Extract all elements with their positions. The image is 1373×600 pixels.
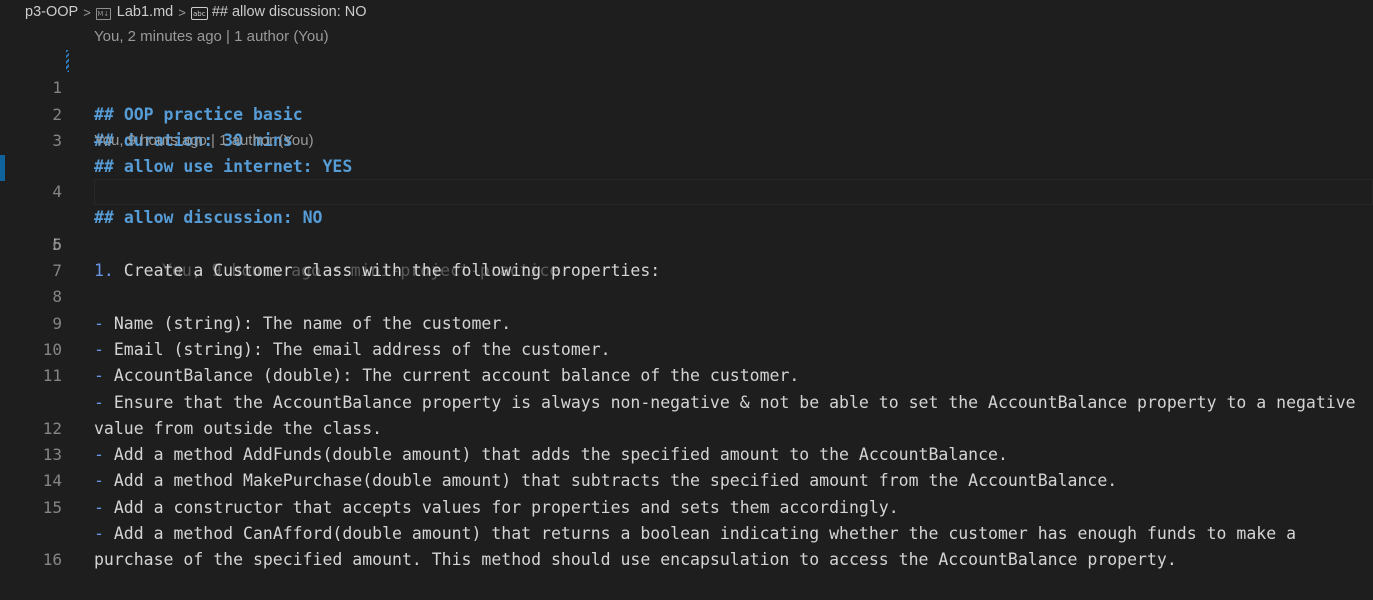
string-symbol-icon: abc	[190, 7, 208, 21]
editor-line[interactable]: 12 - Add a method AddFunds(double amount…	[0, 390, 1373, 464]
breadcrumb: p3-OOP > M↓ Lab1.md > abc ## allow discuss…	[0, 0, 1373, 24]
editor-line[interactable]: 11 - Ensure that the AccountBalance prop…	[0, 337, 1373, 438]
chevron-right-icon: >	[178, 4, 186, 20]
editor-line[interactable]: 2 ## duration: 30 mins	[0, 75, 1373, 150]
line-number: 16	[42, 550, 62, 570]
breadcrumb-file-label: Lab1.md	[116, 4, 174, 20]
breadcrumb-symbol-label: ## allow discussion: NO	[211, 3, 367, 20]
editor-line[interactable]: 14 - Add a constructor that accepts valu…	[0, 442, 1373, 516]
breadcrumb-symbol[interactable]: abc ## allow discussion: NO	[190, 3, 367, 21]
editor-line-current[interactable]: 5 You, 9 hours ago • mini-project-practi…	[0, 179, 1373, 280]
current-line-highlight	[94, 179, 1373, 206]
editor-line[interactable]: 8 - Name (string): The name of the custo…	[0, 258, 1373, 332]
editor-line[interactable]: 9 - Email (string): The email address of…	[0, 284, 1373, 359]
line-number: 11	[42, 366, 62, 386]
codelens-blame[interactable]: You, 9 hours ago | 1 author (You)	[0, 128, 1373, 153]
chevron-right-icon: >	[83, 4, 91, 20]
editor[interactable]: You, 2 minutes ago | 1 author (You) 1 ##…	[0, 24, 1373, 570]
editor-line[interactable]: 6 1. Create a Customer class with the fo…	[0, 205, 1373, 280]
codelens-label: You, 9 hours ago | 1 author (You)	[94, 131, 314, 149]
editor-line[interactable]: 15 - Add a method CanAfford(double amoun…	[0, 468, 1373, 570]
markdown-icon: M↓	[95, 8, 111, 20]
breadcrumb-file[interactable]: M↓ Lab1.md	[95, 4, 174, 20]
breadcrumb-folder[interactable]: p3-OOP	[25, 4, 78, 20]
editor-line[interactable]: 7	[0, 232, 1373, 280]
editor-line[interactable]: 16	[0, 521, 1373, 569]
codelens-blame[interactable]: You, 2 minutes ago | 1 author (You)	[0, 24, 1373, 49]
codelens-label: You, 2 minutes ago | 1 author (You)	[94, 28, 329, 45]
editor-line[interactable]: 1 ## OOP practice basic	[0, 49, 1373, 123]
editor-line[interactable]: 4 ## allow discussion: NO	[0, 153, 1373, 227]
editor-line[interactable]: 13 - Add a method MakePurchase(double am…	[0, 416, 1373, 490]
line-number: 15	[42, 497, 62, 517]
editor-line[interactable]: 3 ## allow use internet: YES	[0, 102, 1373, 176]
git-modified-indicator	[66, 50, 69, 72]
editor-line[interactable]: 10 - AccountBalance (double): The curren…	[0, 311, 1373, 385]
